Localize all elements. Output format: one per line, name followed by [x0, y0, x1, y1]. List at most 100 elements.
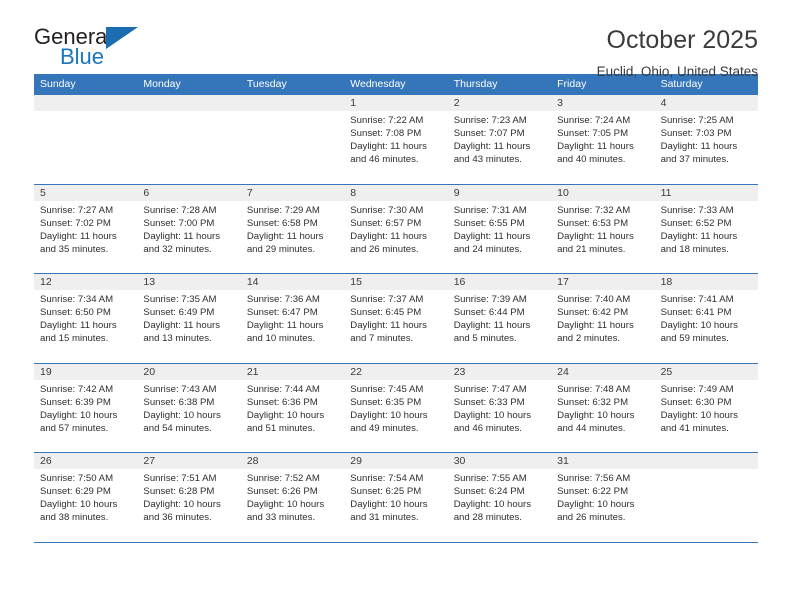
daylight-text-line1: Daylight: 10 hours: [40, 499, 118, 511]
sunset-text: Sunset: 6:36 PM: [246, 396, 318, 408]
daylight-text-line2: and 46 minutes.: [453, 422, 522, 434]
day-cell[interactable]: 20 Sunrise: 7:43 AM Sunset: 6:38 PM Dayligh…: [137, 363, 241, 452]
sunrise-text: Sunrise: 7:30 AM: [350, 204, 424, 216]
day-cell[interactable]: 19 Sunrise: 7:42 AM Sunset: 6:39 PM Dayligh…: [34, 363, 138, 452]
day-info: Sunrise: 7:34 AM Sunset: 6:50 PM Daylight:…: [34, 290, 137, 345]
day-info: Sunrise: 7:28 AM Sunset: 7:00 PM Daylight:…: [137, 201, 240, 256]
daylight-text-line2: and 41 minutes.: [660, 422, 729, 434]
day-number: 5: [34, 184, 138, 201]
day-cell[interactable]: 1 Sunrise: 7:22 AM Sunset: 7:08 PM Daylight…: [344, 95, 448, 184]
day-number: 4: [654, 95, 758, 111]
daylight-text-line1: Daylight: 10 hours: [453, 409, 532, 421]
day-info: Sunrise: 7:27 AM Sunset: 7:02 PM Daylight:…: [34, 201, 137, 256]
calendar-week-row: 1 Sunrise: 7:22 AM Sunset: 7:08 PM Daylight…: [34, 95, 758, 185]
day-number: 14: [240, 274, 345, 290]
day-cell[interactable]: 15 Sunrise: 7:37 AM Sunset: 6:45 PM Dayligh…: [344, 274, 448, 363]
day-cell[interactable]: 4 Sunrise: 7:25 AM Sunset: 7:03 PM Daylight…: [654, 95, 758, 184]
day-cell[interactable]: 18 Sunrise: 7:41 AM Sunset: 6:41 PM Dayligh…: [654, 274, 758, 363]
day-info: Sunrise: 7:35 AM Sunset: 6:49 PM Daylight:…: [137, 290, 240, 345]
day-info: Sunrise: 7:33 AM Sunset: 6:52 PM Daylight:…: [655, 201, 758, 256]
logo-text-blue: Blue: [60, 44, 105, 69]
day-number: 28: [240, 453, 345, 469]
daylight-text-line1: Daylight: 10 hours: [143, 409, 221, 421]
day-number: 9: [447, 184, 552, 201]
daylight-text-line2: and 49 minutes.: [350, 422, 419, 434]
day-cell-empty: [240, 95, 345, 184]
sunset-text: Sunset: 6:45 PM: [350, 307, 422, 319]
day-cell[interactable]: 5 Sunrise: 7:27 AM Sunset: 7:02 PM Daylight…: [34, 184, 138, 273]
daylight-text-line2: and 40 minutes.: [557, 154, 626, 166]
day-cell[interactable]: 13 Sunrise: 7:35 AM Sunset: 6:49 PM Dayligh…: [137, 274, 241, 363]
day-info: Sunrise: 7:43 AM Sunset: 6:38 PM Daylight:…: [137, 380, 240, 435]
daylight-text-line1: Daylight: 11 hours: [557, 230, 634, 242]
daylight-text-line2: and 43 minutes.: [453, 154, 522, 166]
day-cell[interactable]: 14 Sunrise: 7:36 AM Sunset: 6:47 PM Dayligh…: [240, 274, 345, 363]
day-info: Sunrise: 7:52 AM Sunset: 6:26 PM Daylight:…: [241, 469, 344, 524]
daylight-text-line2: and 28 minutes.: [453, 512, 522, 524]
day-cell[interactable]: 23 Sunrise: 7:47 AM Sunset: 6:33 PM Dayligh…: [447, 363, 552, 452]
day-cell[interactable]: 27 Sunrise: 7:51 AM Sunset: 6:28 PM Dayligh…: [137, 453, 241, 542]
daylight-text-line1: Daylight: 11 hours: [40, 230, 117, 242]
sunrise-text: Sunrise: 7:45 AM: [350, 383, 424, 395]
day-cell[interactable]: 17 Sunrise: 7:40 AM Sunset: 6:42 PM Dayligh…: [551, 274, 655, 363]
daylight-text-line1: Daylight: 10 hours: [660, 409, 738, 421]
day-number: 12: [34, 274, 138, 290]
day-number: 10: [551, 184, 655, 201]
day-cell[interactable]: 9 Sunrise: 7:31 AM Sunset: 6:55 PM Daylight…: [447, 184, 552, 273]
daylight-text-line1: Daylight: 10 hours: [246, 409, 325, 421]
daylight-text-line2: and 7 minutes.: [350, 333, 414, 345]
page-header: General Blue October 2025 Euclid, Ohio, …: [34, 0, 759, 79]
day-cell[interactable]: 30 Sunrise: 7:55 AM Sunset: 6:24 PM Dayligh…: [447, 453, 552, 542]
day-cell[interactable]: 21 Sunrise: 7:44 AM Sunset: 6:36 PM Dayligh…: [240, 363, 345, 452]
day-number: 22: [344, 363, 448, 380]
sunset-text: Sunset: 6:38 PM: [143, 396, 215, 408]
day-cell[interactable]: 28 Sunrise: 7:52 AM Sunset: 6:26 PM Dayligh…: [240, 453, 345, 542]
sunset-text: Sunset: 6:33 PM: [453, 396, 525, 408]
sunrise-text: Sunrise: 7:44 AM: [246, 383, 320, 395]
day-info: Sunrise: 7:25 AM Sunset: 7:03 PM Daylight:…: [655, 111, 758, 166]
day-cell[interactable]: 7 Sunrise: 7:29 AM Sunset: 6:58 PM Daylight…: [240, 184, 345, 273]
sunrise-text: Sunrise: 7:27 AM: [40, 204, 114, 216]
daylight-text-line2: and 21 minutes.: [557, 243, 626, 255]
day-cell[interactable]: 10 Sunrise: 7:32 AM Sunset: 6:53 PM Dayligh…: [551, 184, 655, 273]
day-cell[interactable]: 16 Sunrise: 7:39 AM Sunset: 6:44 PM Dayligh…: [447, 274, 552, 363]
day-cell[interactable]: 6 Sunrise: 7:28 AM Sunset: 7:00 PM Daylight…: [137, 184, 241, 273]
sunrise-text: Sunrise: 7:48 AM: [557, 383, 631, 395]
daylight-text-line2: and 36 minutes.: [143, 512, 212, 524]
daylight-text-line2: and 33 minutes.: [246, 512, 316, 524]
daylight-text-line1: Daylight: 11 hours: [453, 230, 531, 242]
sunrise-text: Sunrise: 7:54 AM: [350, 473, 424, 484]
daylight-text-line1: Daylight: 10 hours: [143, 499, 221, 511]
day-cell-empty: [654, 453, 758, 542]
day-cell[interactable]: 22 Sunrise: 7:45 AM Sunset: 6:35 PM Dayligh…: [344, 363, 448, 452]
day-cell[interactable]: 26 Sunrise: 7:50 AM Sunset: 6:29 PM Dayligh…: [34, 453, 138, 542]
day-info: Sunrise: 7:49 AM Sunset: 6:30 PM Daylight:…: [655, 380, 758, 435]
day-cell[interactable]: 31 Sunrise: 7:56 AM Sunset: 6:22 PM Dayligh…: [551, 453, 655, 542]
day-cell[interactable]: 25 Sunrise: 7:49 AM Sunset: 6:30 PM Dayligh…: [654, 363, 758, 452]
day-cell[interactable]: 11 Sunrise: 7:33 AM Sunset: 6:52 PM Dayligh…: [654, 184, 758, 273]
page-title: October 2025: [606, 26, 759, 54]
sunrise-text: Sunrise: 7:34 AM: [40, 294, 114, 305]
weekday-header-row: Sunday Monday Tuesday Wednesday Thursday…: [34, 74, 758, 95]
day-cell[interactable]: 12 Sunrise: 7:34 AM Sunset: 6:50 PM Dayligh…: [34, 274, 138, 363]
sunset-text: Sunset: 6:32 PM: [557, 396, 629, 408]
daylight-text-line2: and 31 minutes.: [350, 512, 419, 524]
daylight-text-line2: and 2 minutes.: [557, 333, 621, 345]
sunrise-text: Sunrise: 7:32 AM: [557, 204, 631, 216]
day-cell[interactable]: 24 Sunrise: 7:48 AM Sunset: 6:32 PM Dayligh…: [551, 363, 655, 452]
sunset-text: Sunset: 6:24 PM: [453, 486, 525, 498]
sunrise-text: Sunrise: 7:28 AM: [143, 204, 217, 216]
sunrise-text: Sunrise: 7:56 AM: [557, 473, 631, 484]
sunset-text: Sunset: 6:29 PM: [40, 486, 111, 498]
sunrise-text: Sunrise: 7:35 AM: [143, 294, 217, 305]
sunrise-text: Sunrise: 7:43 AM: [143, 383, 217, 395]
day-cell[interactable]: 8 Sunrise: 7:30 AM Sunset: 6:57 PM Daylight…: [344, 184, 448, 273]
day-number: 20: [137, 363, 241, 380]
day-cell[interactable]: 2 Sunrise: 7:23 AM Sunset: 7:07 PM Daylight…: [447, 95, 552, 184]
day-cell[interactable]: 3 Sunrise: 7:24 AM Sunset: 7:05 PM Daylight…: [551, 95, 655, 184]
day-cell[interactable]: 29 Sunrise: 7:54 AM Sunset: 6:25 PM Dayligh…: [344, 453, 448, 542]
day-number: [654, 453, 758, 469]
daylight-text-line1: Daylight: 11 hours: [143, 320, 221, 332]
general-blue-logo[interactable]: General Blue: [34, 26, 154, 74]
day-number: 13: [137, 274, 241, 290]
